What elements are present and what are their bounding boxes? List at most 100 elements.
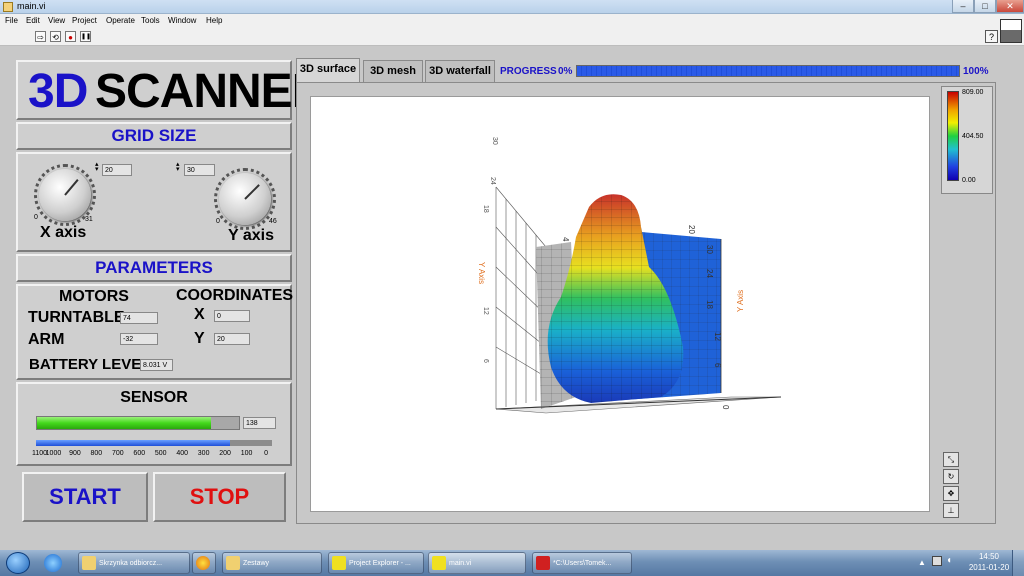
right-tick-12: 12 [713, 332, 722, 341]
taskbar-item-project-explorer-label: Project Explorer - ... [349, 560, 411, 567]
taskbar-item-mail[interactable]: Skrzynka odbiorcz... [78, 552, 190, 574]
menu-edit[interactable]: Edit [26, 16, 40, 25]
left-tick-30: 30 [491, 137, 498, 145]
title-3d: 3D [28, 65, 88, 118]
parameters-header: PARAMETERS [16, 254, 292, 282]
title-bar: main.vi – □ ✕ [0, 0, 1024, 14]
taskbar-item-zestawy-label: Zestawy [243, 560, 270, 567]
taskbar-item-main-vi[interactable]: main.vi [428, 552, 526, 574]
taskbar-item-gadget[interactable] [192, 552, 216, 574]
start-button[interactable]: START [22, 472, 148, 522]
zoom-icon[interactable]: ⤡ [943, 452, 959, 467]
internet-explorer-icon[interactable] [44, 554, 62, 572]
clock-date: 2011-01-20 [968, 563, 1010, 572]
plot-tools-palette: ⤡ ↻ ✥ ⊥ [943, 452, 961, 520]
stop-label: STOP [189, 484, 250, 509]
mail-folder-icon [82, 556, 96, 570]
taskbar-item-main-vi-label: main.vi [449, 560, 472, 567]
rotate-icon[interactable]: ↻ [943, 469, 959, 484]
turntable-label: TURNTABLE [28, 309, 125, 326]
battery-label: BATTERY LEVEL [29, 356, 151, 373]
tab-3d-waterfall[interactable]: 3D waterfall [425, 60, 495, 82]
left-tick-18: 18 [482, 205, 489, 213]
run-continuously-icon[interactable]: ⟲ [50, 31, 61, 42]
y-axis-label: Y axis [228, 227, 274, 244]
surface-plot-svg: Y Axis Y Axis 30 24 18 12 6 0 4 20 6 12 … [477, 137, 782, 414]
vi-connector-icon [1000, 19, 1022, 43]
top-tick-20: 20 [687, 225, 696, 234]
coord-x-label: X [194, 306, 205, 323]
tray-arrow-icon[interactable]: ▲ [918, 558, 926, 567]
menu-bar: File Edit View Project Operate Tools Win… [0, 14, 1024, 28]
taskbar-item-path[interactable]: *C:\Users\Tomek... [532, 552, 632, 574]
x-knob-min: 0 [34, 214, 38, 221]
coordinates-label: COORDINATES [176, 287, 294, 304]
start-label: START [49, 484, 121, 509]
x-spinner-icon[interactable]: ▴ ▾ [95, 161, 99, 173]
menu-view[interactable]: View [48, 16, 65, 25]
x-axis-input[interactable]: 20 [102, 164, 132, 176]
left-tick-24: 24 [489, 177, 496, 185]
sensor-scale-tick: 1000 [45, 450, 62, 457]
tray-volume-icon[interactable]: ◖ [946, 555, 952, 566]
progress-min-label: 0% [558, 66, 573, 77]
folder-icon [226, 556, 240, 570]
sensor-scale-tick: 300 [197, 450, 210, 457]
title-box: 3D SCANNER [16, 60, 326, 120]
sensor-bar-fill [37, 417, 211, 429]
pan-icon[interactable]: ✥ [943, 486, 959, 501]
toolbar: ⇨ ⟲ ● ❚❚ [0, 28, 1024, 46]
menu-help[interactable]: Help [206, 16, 222, 25]
menu-project[interactable]: Project [72, 16, 97, 25]
sensor-slider-track[interactable] [36, 440, 272, 446]
colorbar-mid: 404.50 [962, 133, 984, 140]
tab-3d-surface[interactable]: 3D surface [296, 58, 360, 82]
menu-operate[interactable]: Operate [106, 16, 135, 25]
menu-window[interactable]: Window [168, 16, 196, 25]
run-arrow-icon[interactable]: ⇨ [35, 31, 46, 42]
grid-size-box: 0 31 ▴ ▾ 20 X axis 0 46 ▴ ▾ 30 Y axis [16, 152, 292, 252]
y-spinner-icon[interactable]: ▴ ▾ [176, 161, 180, 173]
colorbar-max: 809.00 [962, 89, 984, 96]
show-desktop-button[interactable] [1012, 550, 1024, 576]
pause-icon[interactable]: ❚❚ [80, 31, 91, 42]
motors-label: MOTORS [59, 288, 129, 305]
stop-button[interactable]: STOP [153, 472, 286, 522]
3d-surface-graph[interactable]: Y Axis Y Axis 30 24 18 12 6 0 4 20 6 12 … [310, 96, 930, 512]
sensor-bar-track [36, 416, 240, 430]
taskbar-item-zestawy[interactable]: Zestawy [222, 552, 322, 574]
context-help-button[interactable]: ? [985, 30, 998, 43]
taskbar-item-project-explorer[interactable]: Project Explorer - ... [328, 552, 424, 574]
sensor-scale-tick: 500 [154, 450, 167, 457]
progress-bar-track [576, 65, 960, 77]
axes-icon[interactable]: ⊥ [943, 503, 959, 518]
colorbar-legend: 809.00 404.50 0.00 [941, 86, 993, 194]
menu-tools[interactable]: Tools [141, 16, 160, 25]
sensor-scale-tick: 200 [219, 450, 231, 457]
progress-bar-fill [577, 66, 959, 76]
y-axis-input[interactable]: 30 [184, 164, 215, 176]
grid-size-header: GRID SIZE [16, 122, 292, 150]
right-tick-24: 24 [705, 269, 714, 278]
abort-icon[interactable]: ● [65, 31, 76, 42]
sensor-scale-tick: 700 [111, 450, 124, 457]
surface-peak-grid [547, 194, 684, 403]
close-button[interactable]: ✕ [996, 0, 1024, 13]
tray-network-icon[interactable] [932, 556, 942, 566]
y-knob-min: 0 [216, 218, 220, 225]
right-tick-6: 6 [713, 363, 722, 368]
x-axis-knob[interactable] [39, 169, 91, 221]
y-axis-knob[interactable] [219, 173, 271, 225]
coord-y-indicator: 20 [214, 333, 250, 345]
progress-label: PROGRESS [500, 66, 557, 77]
menu-file[interactable]: File [5, 16, 18, 25]
maximize-button[interactable]: □ [974, 0, 996, 13]
tab-3d-mesh[interactable]: 3D mesh [363, 60, 423, 82]
left-tick-6: 6 [482, 359, 489, 363]
sensor-value-indicator: 138 [243, 417, 276, 429]
taskbar-item-path-label: *C:\Users\Tomek... [553, 560, 612, 567]
sensor-scale-tick: 100 [240, 450, 253, 457]
colorbar-min: 0.00 [962, 177, 976, 184]
start-orb-icon[interactable] [6, 552, 30, 574]
minimize-button[interactable]: – [952, 0, 974, 13]
